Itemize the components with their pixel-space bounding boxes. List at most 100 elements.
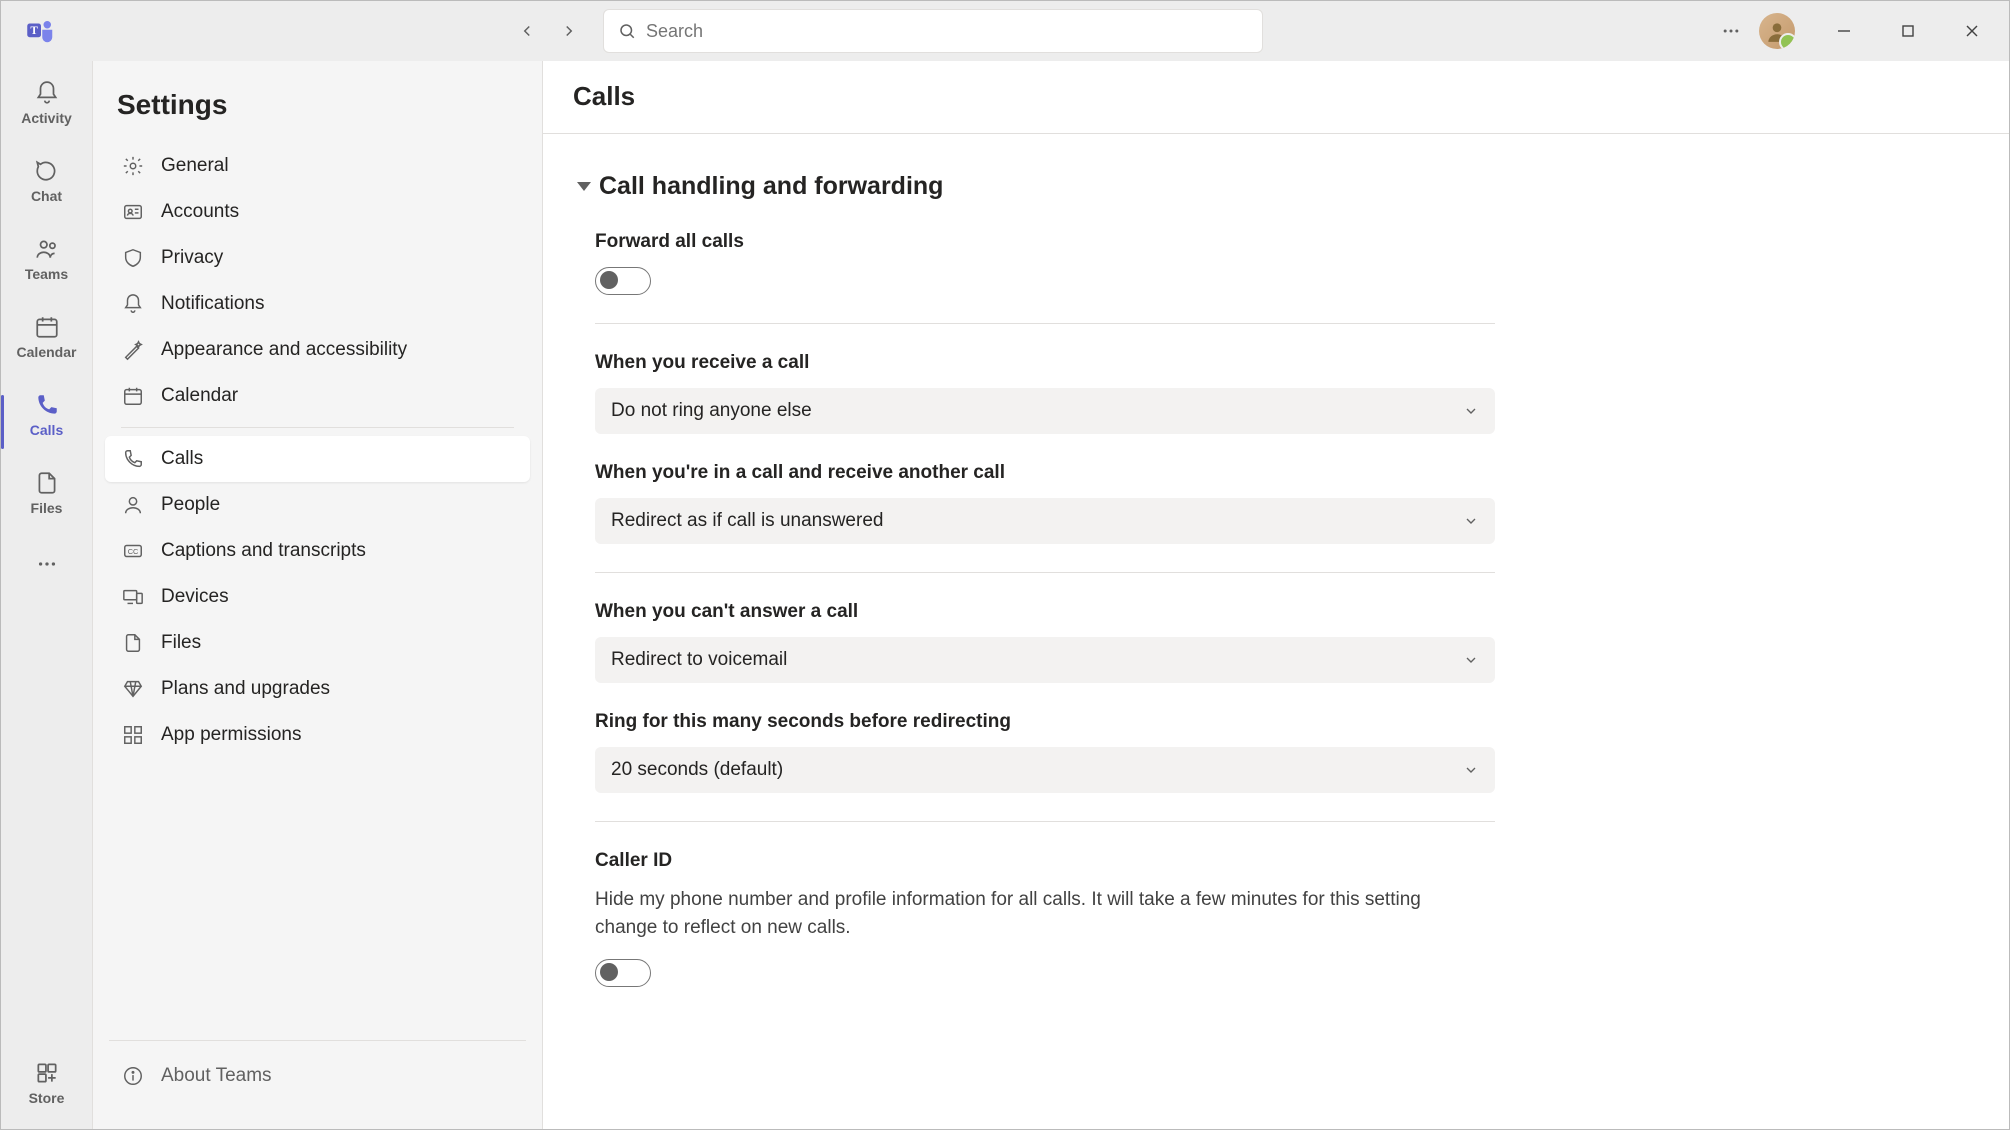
about-label: About Teams (161, 1065, 272, 1087)
bell-icon (121, 292, 145, 316)
forward-all-toggle[interactable] (595, 267, 651, 295)
person-icon (121, 493, 145, 517)
caller-id-label: Caller ID (595, 850, 1975, 872)
calendar-icon (34, 314, 60, 340)
chevron-down-icon (1463, 762, 1479, 778)
chat-icon (34, 158, 60, 184)
store-icon (34, 1060, 60, 1086)
rail-label: Teams (25, 266, 68, 282)
settings-plans[interactable]: Plans and upgrades (105, 666, 530, 712)
search-icon (618, 22, 636, 40)
grid-icon (121, 723, 145, 747)
settings-label: Notifications (161, 293, 265, 315)
maximize-button[interactable] (1881, 13, 1935, 49)
more-options-button[interactable] (1713, 13, 1749, 49)
rail-label: Chat (31, 188, 62, 204)
settings-label: Devices (161, 586, 229, 608)
receive-call-label: When you receive a call (595, 352, 1975, 374)
bell-icon (34, 80, 60, 106)
settings-general[interactable]: General (105, 143, 530, 189)
select-value: 20 seconds (default) (611, 759, 783, 781)
settings-label: People (161, 494, 220, 516)
rail-teams[interactable]: Teams (1, 227, 92, 305)
divider (595, 821, 1495, 822)
shield-icon (121, 246, 145, 270)
settings-label: Plans and upgrades (161, 678, 330, 700)
page-title: Calls (573, 81, 1979, 112)
rail-calendar[interactable]: Calendar (1, 305, 92, 383)
id-card-icon (121, 200, 145, 224)
settings-label: General (161, 155, 229, 177)
info-icon (121, 1064, 145, 1088)
cc-icon: CC (121, 539, 145, 563)
devices-icon (121, 585, 145, 609)
rail-label: Files (31, 500, 63, 516)
caller-id-desc: Hide my phone number and profile informa… (595, 886, 1465, 941)
settings-files[interactable]: Files (105, 620, 530, 666)
phone-icon (34, 392, 60, 418)
back-button[interactable] (509, 13, 545, 49)
rail-calls[interactable]: Calls (1, 383, 92, 461)
settings-calls[interactable]: Calls (105, 436, 530, 482)
settings-label: Accounts (161, 201, 239, 223)
rail-chat[interactable]: Chat (1, 149, 92, 227)
settings-label: Calendar (161, 385, 238, 407)
chevron-down-icon (577, 182, 591, 191)
rail-files[interactable]: Files (1, 461, 92, 539)
settings-calendar[interactable]: Calendar (105, 373, 530, 419)
caller-id-toggle[interactable] (595, 959, 651, 987)
another-call-label: When you're in a call and receive anothe… (595, 462, 1975, 484)
calendar-icon (121, 384, 145, 408)
close-button[interactable] (1945, 13, 1999, 49)
rail-store[interactable]: Store (1, 1051, 92, 1129)
chevron-down-icon (1463, 403, 1479, 419)
settings-label: App permissions (161, 724, 301, 746)
divider (121, 427, 514, 428)
settings-appearance[interactable]: Appearance and accessibility (105, 327, 530, 373)
settings-label: Captions and transcripts (161, 540, 366, 562)
settings-devices[interactable]: Devices (105, 574, 530, 620)
select-value: Redirect as if call is unanswered (611, 510, 883, 532)
file-icon (121, 631, 145, 655)
ring-seconds-select[interactable]: 20 seconds (default) (595, 747, 1495, 793)
settings-accounts[interactable]: Accounts (105, 189, 530, 235)
rail-more[interactable] (1, 539, 92, 589)
minimize-button[interactable] (1817, 13, 1871, 49)
section-title: Call handling and forwarding (599, 172, 943, 201)
divider (595, 323, 1495, 324)
teams-logo-icon: T (23, 13, 59, 49)
search-input[interactable] (646, 21, 1248, 42)
settings-people[interactable]: People (105, 482, 530, 528)
svg-text:T: T (30, 25, 38, 37)
file-icon (34, 470, 60, 496)
select-value: Redirect to voicemail (611, 649, 787, 671)
rail-label: Activity (21, 110, 72, 126)
avatar[interactable] (1759, 13, 1795, 49)
settings-privacy[interactable]: Privacy (105, 235, 530, 281)
panel-title: Settings (93, 79, 542, 143)
receive-call-select[interactable]: Do not ring anyone else (595, 388, 1495, 434)
ring-seconds-label: Ring for this many seconds before redire… (595, 711, 1975, 733)
people-icon (34, 236, 60, 262)
settings-label: Privacy (161, 247, 223, 269)
wand-icon (121, 338, 145, 362)
settings-captions[interactable]: CC Captions and transcripts (105, 528, 530, 574)
section-toggle[interactable]: Call handling and forwarding (577, 172, 1975, 201)
gear-icon (121, 154, 145, 178)
settings-label: Files (161, 632, 201, 654)
cant-answer-select[interactable]: Redirect to voicemail (595, 637, 1495, 683)
search-box[interactable] (603, 9, 1263, 53)
settings-notifications[interactable]: Notifications (105, 281, 530, 327)
about-teams[interactable]: About Teams (105, 1053, 530, 1099)
forward-button[interactable] (551, 13, 587, 49)
chevron-down-icon (1463, 652, 1479, 668)
rail-label: Store (29, 1090, 65, 1106)
settings-app-permissions[interactable]: App permissions (105, 712, 530, 758)
settings-label: Calls (161, 448, 203, 470)
rail-activity[interactable]: Activity (1, 71, 92, 149)
rail-label: Calls (30, 422, 63, 438)
another-call-select[interactable]: Redirect as if call is unanswered (595, 498, 1495, 544)
ellipsis-icon (36, 553, 58, 575)
diamond-icon (121, 677, 145, 701)
svg-text:CC: CC (128, 547, 139, 556)
